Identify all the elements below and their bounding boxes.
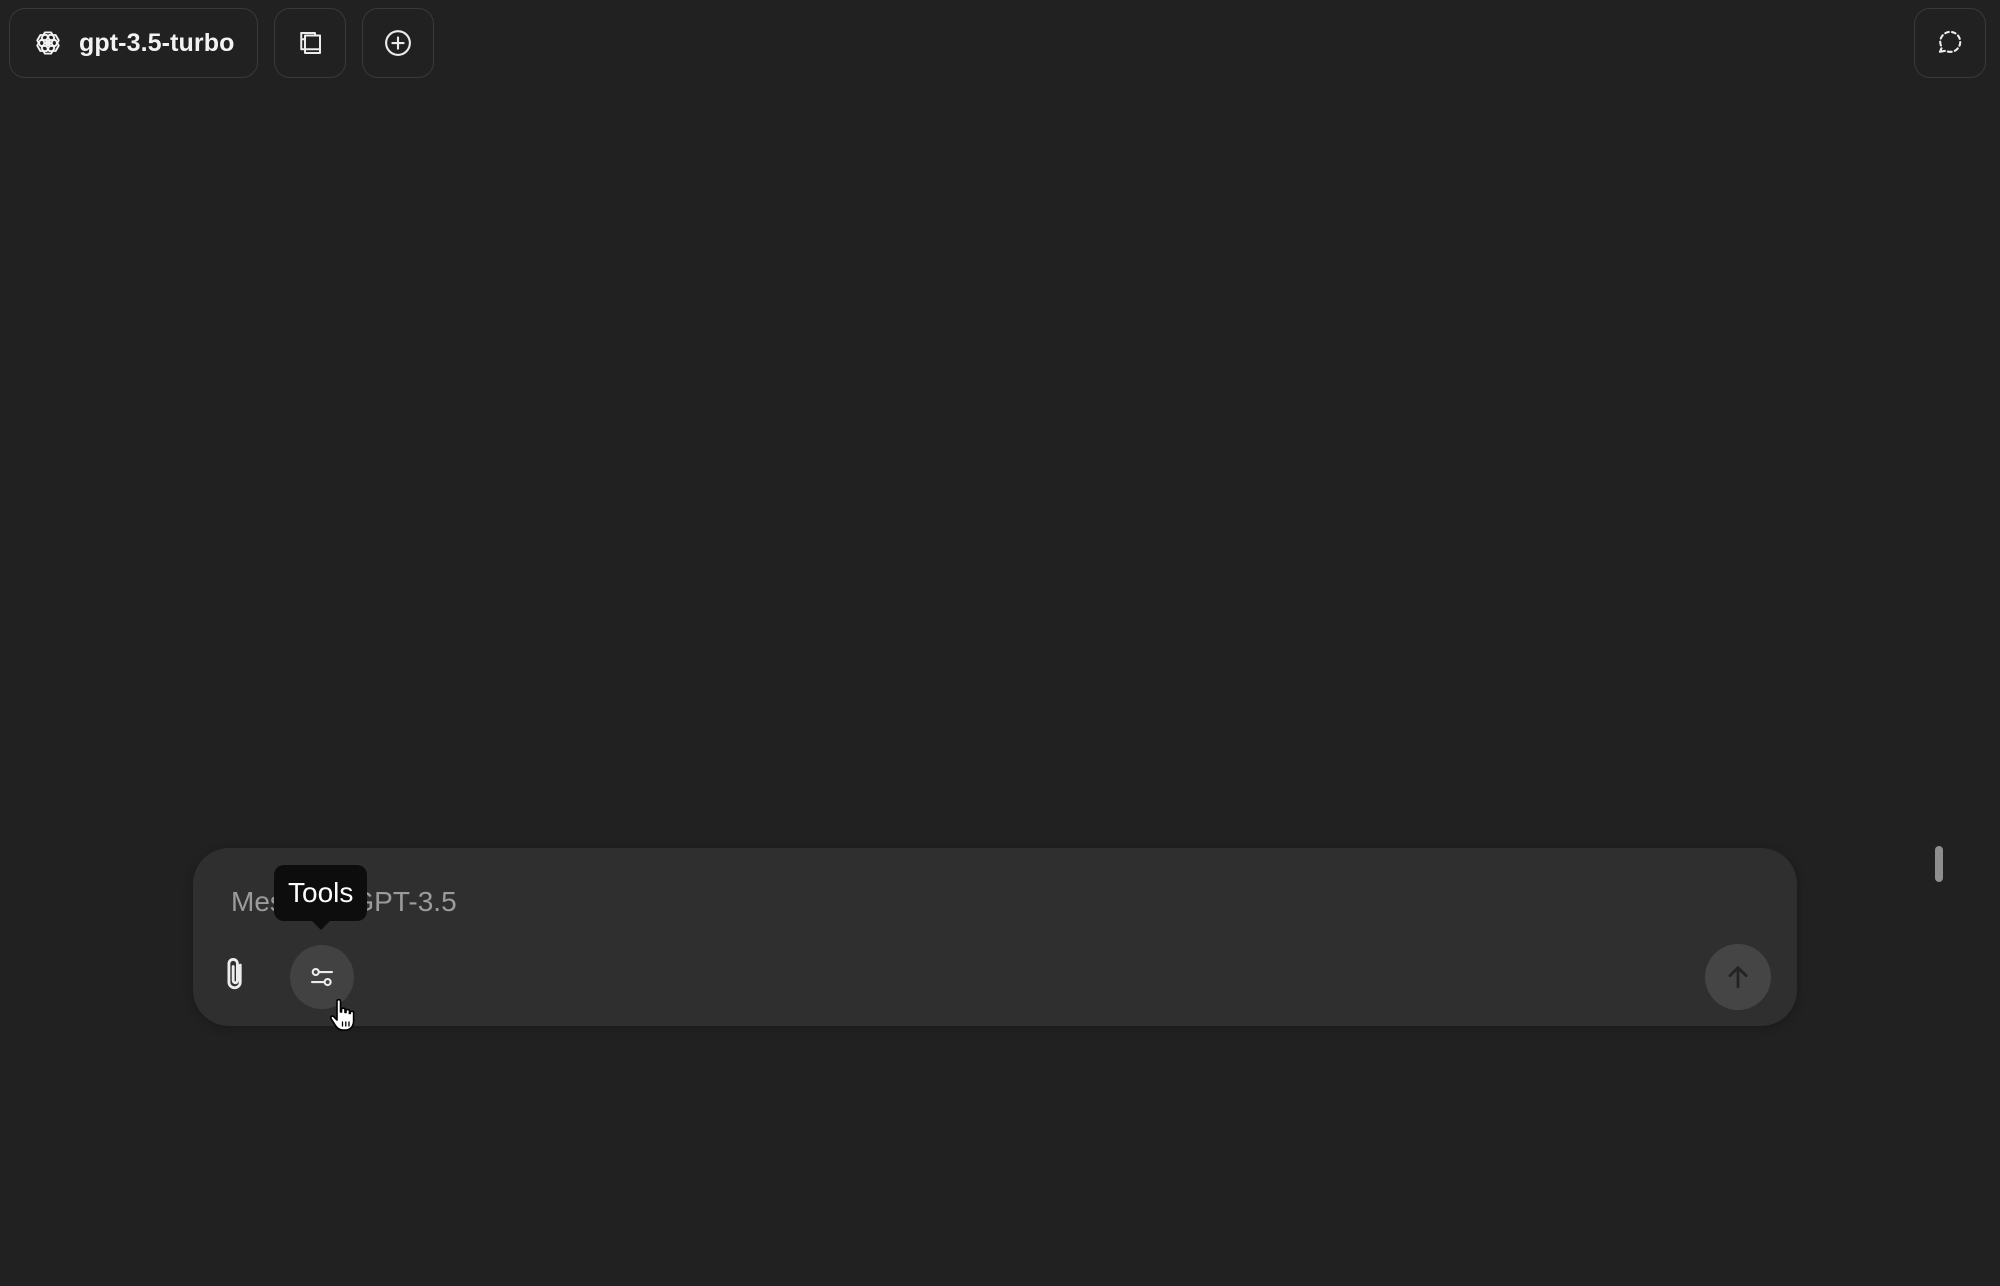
plus-circle-icon: [383, 28, 413, 58]
message-composer: [193, 848, 1797, 1026]
model-label: gpt-3.5-turbo: [79, 28, 235, 57]
paperclip-icon: [219, 955, 253, 995]
scrollbar-thumb[interactable]: [1935, 846, 1943, 882]
new-chat-button[interactable]: [362, 8, 435, 78]
dashed-chat-bubble-icon: [1935, 28, 1965, 58]
top-bar: gpt-3.5-turbo: [9, 8, 435, 78]
temporary-chat-button[interactable]: [1914, 8, 1986, 78]
library-button[interactable]: [274, 8, 347, 78]
message-input[interactable]: [231, 882, 1731, 922]
hand-pointer-cursor-icon: [328, 998, 358, 1032]
attach-file-button[interactable]: [215, 954, 257, 996]
send-button[interactable]: [1705, 944, 1771, 1010]
library-icon: [295, 28, 325, 58]
openai-logo-icon: [31, 26, 65, 60]
sliders-icon: [307, 962, 337, 992]
model-selector-button[interactable]: gpt-3.5-turbo: [9, 8, 259, 78]
arrow-up-icon: [1723, 962, 1753, 992]
tools-tooltip: Tools: [274, 865, 368, 930]
